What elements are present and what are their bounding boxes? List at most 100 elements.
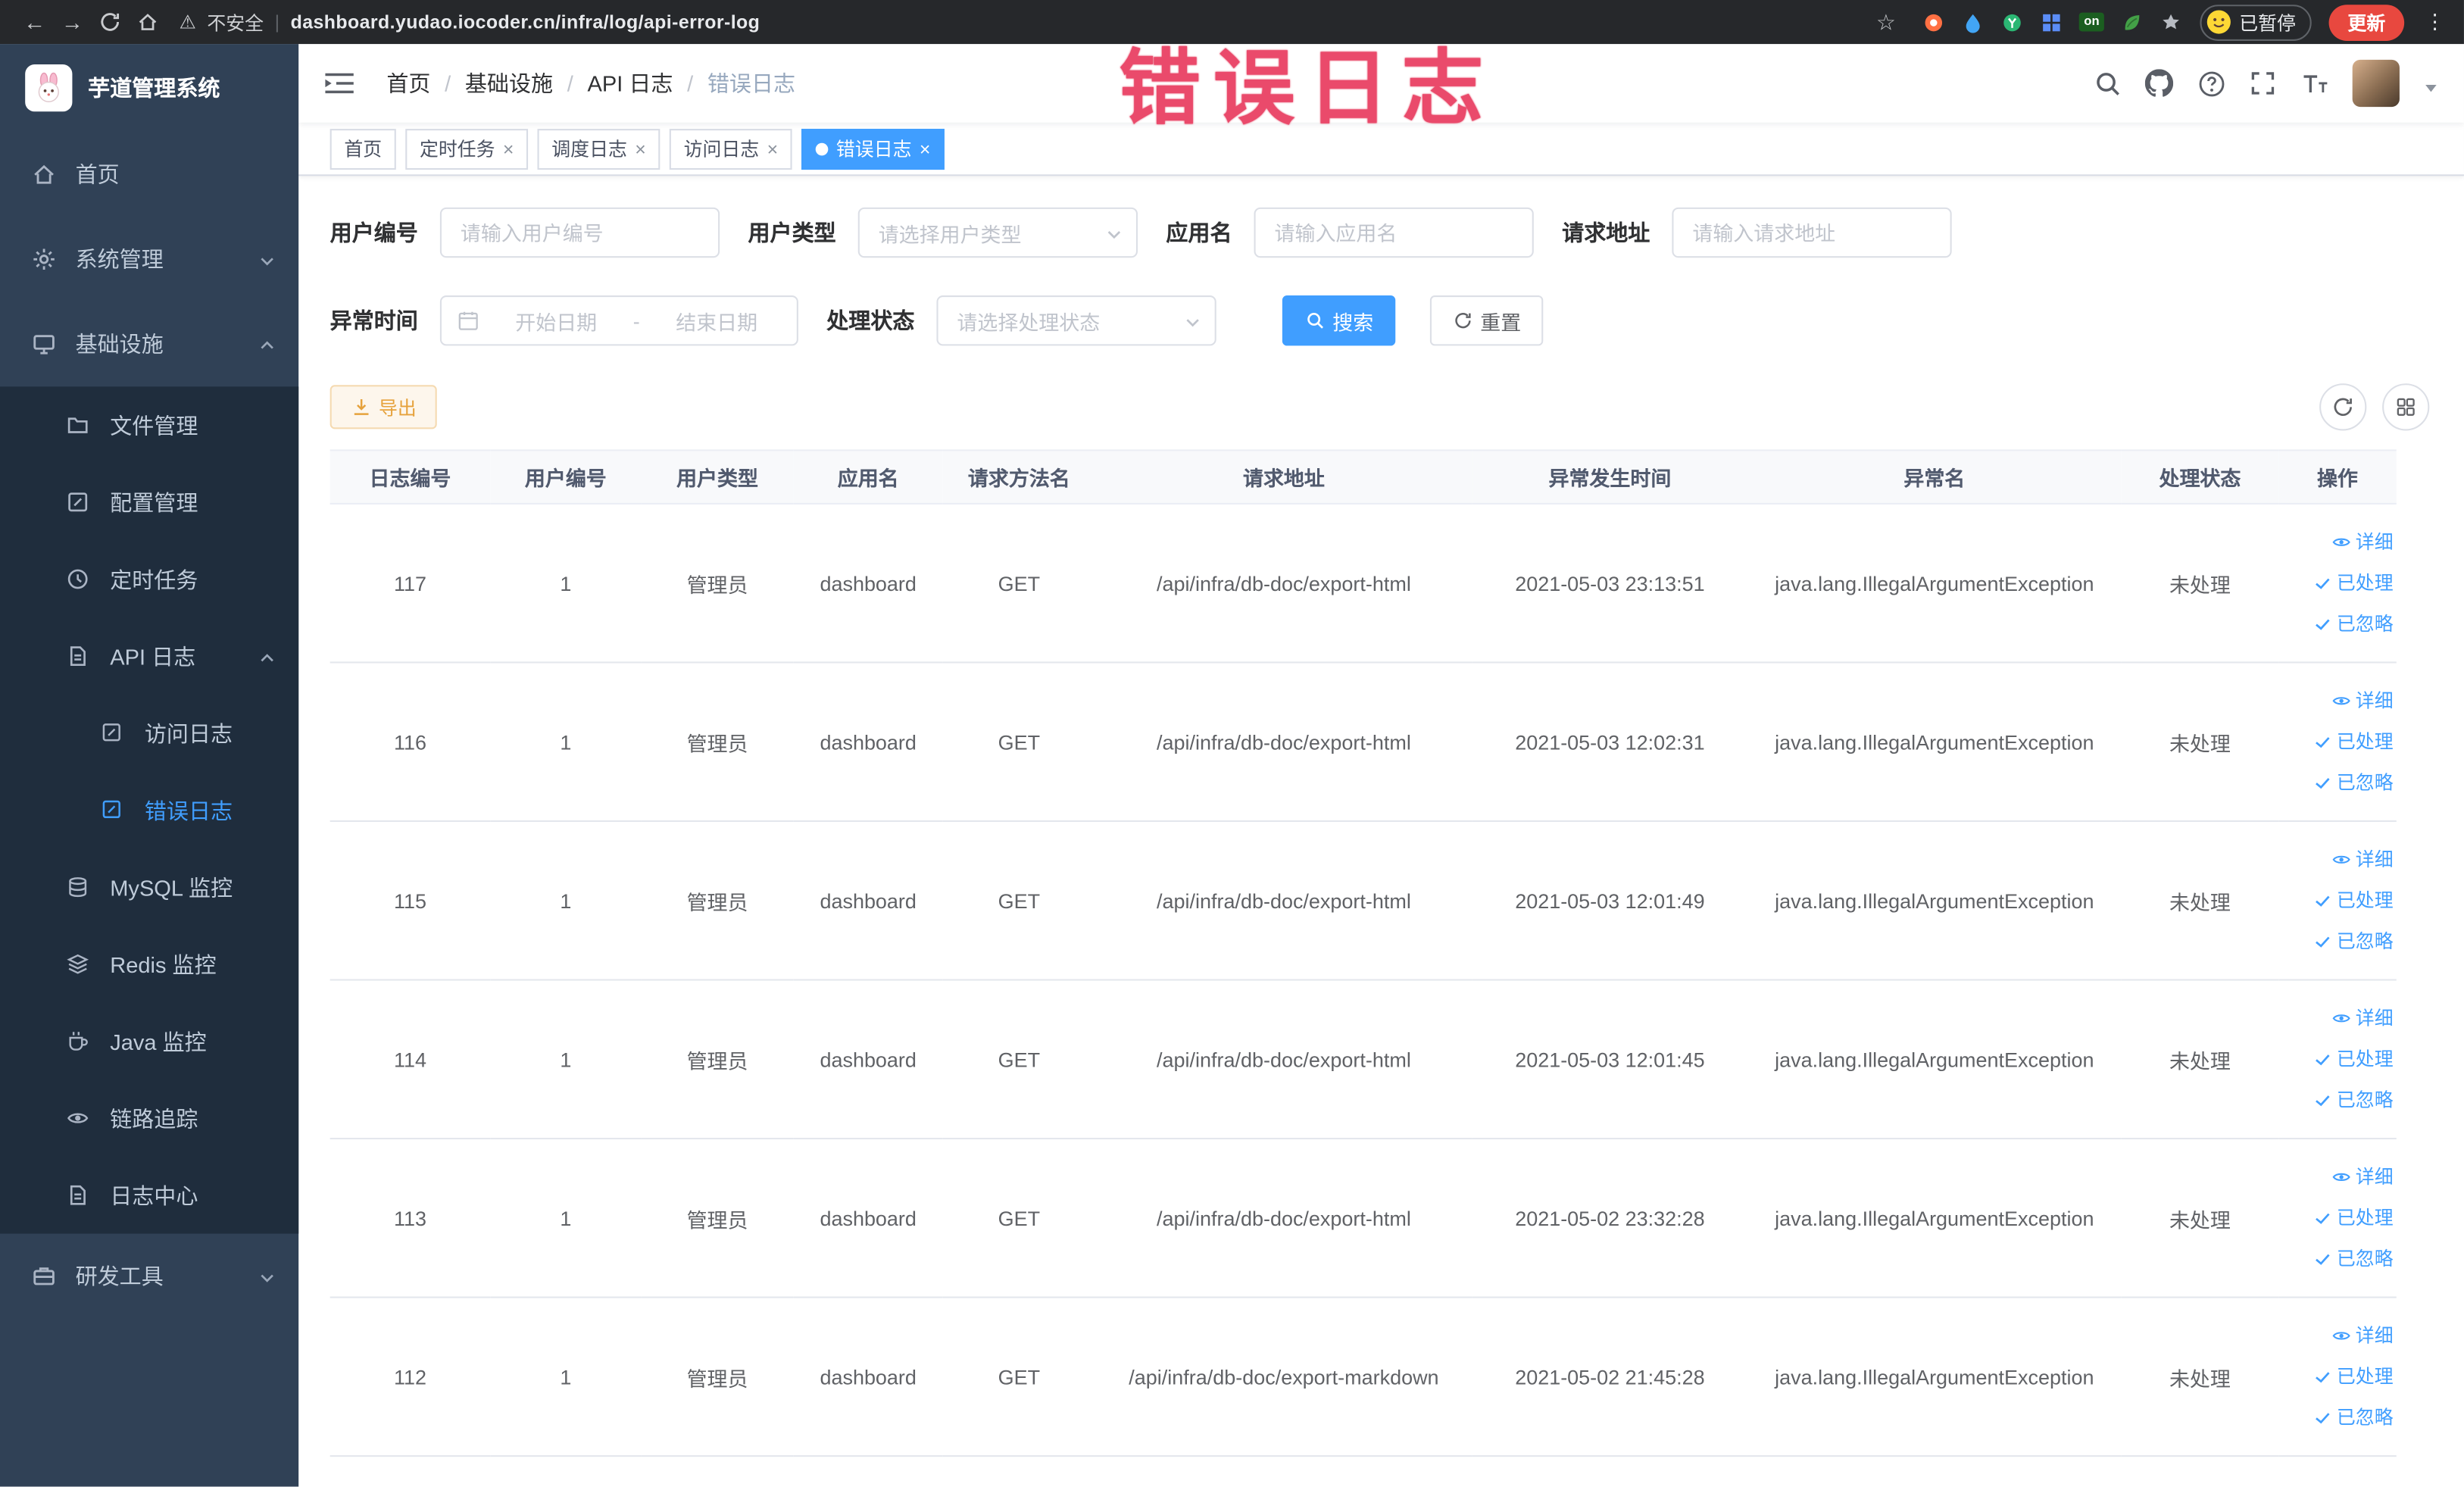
extension-star-icon[interactable]	[2161, 11, 2183, 33]
extension-leaf-icon[interactable]	[2122, 11, 2144, 33]
tab-close-icon[interactable]: ×	[503, 139, 514, 158]
sidebar-item-system-management[interactable]: 系统管理	[0, 217, 298, 301]
sidebar-item-log-center[interactable]: 日志中心	[0, 1157, 298, 1234]
view-icon	[2332, 850, 2351, 869]
detail-link[interactable]: 详细	[2278, 1157, 2394, 1198]
sidebar-item-access-log[interactable]: 访问日志	[0, 695, 298, 772]
help-icon[interactable]	[2197, 69, 2225, 97]
tab-label: 访问日志	[683, 138, 760, 161]
column-settings-button[interactable]	[2382, 383, 2430, 431]
mark-ignored-link[interactable]: 已忽略	[2278, 921, 2394, 962]
fullscreen-icon[interactable]	[2249, 69, 2277, 97]
view-icon	[2332, 1009, 2351, 1028]
font-size-icon[interactable]	[2300, 69, 2328, 97]
cell-user-type: 管理员	[641, 662, 794, 823]
tab-error-log[interactable]: 错误日志 ×	[801, 128, 945, 170]
search-button[interactable]: 搜索	[1282, 295, 1396, 346]
mark-processed-link[interactable]: 已处理	[2278, 721, 2394, 762]
user-id-input[interactable]	[439, 207, 720, 258]
detail-link[interactable]: 详细	[2278, 680, 2394, 721]
breadcrumb-item-api-log[interactable]: API 日志	[587, 67, 673, 98]
detail-link-label: 详细	[2355, 1324, 2394, 1347]
mark-ignored-link[interactable]: 已忽略	[2278, 604, 2394, 645]
tab-home[interactable]: 首页	[329, 128, 396, 170]
tab-close-icon[interactable]: ×	[920, 139, 931, 158]
extension-drop-icon[interactable]	[1961, 11, 1983, 33]
sidebar-item-link-tracing[interactable]: 链路追踪	[0, 1079, 298, 1157]
reset-button[interactable]: 重置	[1429, 295, 1544, 346]
sidebar-item-java-monitor[interactable]: Java 监控	[0, 1003, 298, 1080]
home-icon[interactable]	[129, 5, 167, 39]
mark-processed-link[interactable]: 已处理	[2278, 1039, 2394, 1079]
tab-schedule-log[interactable]: 调度日志 ×	[537, 128, 661, 170]
sidebar-item-api-log[interactable]: API 日志	[0, 617, 298, 695]
user-avatar[interactable]	[2352, 59, 2400, 108]
tab-scheduled-tasks[interactable]: 定时任务 ×	[405, 128, 529, 170]
mark-ignored-link[interactable]: 已忽略	[2278, 1397, 2394, 1438]
cell-status: 未处理	[2121, 1139, 2279, 1298]
forward-icon[interactable]: →	[54, 5, 92, 39]
omnibox[interactable]: ⚠ 不安全 | dashboard.yudao.iocoder.cn/infra…	[180, 8, 760, 35]
sidebar-item-mysql-monitor[interactable]: MySQL 监控	[0, 848, 298, 926]
cell-actions: 详细 已处理 已忽略	[2278, 1297, 2397, 1457]
browser-menu-icon[interactable]: ⋮	[2422, 9, 2448, 34]
app-logo[interactable]: 芋道管理系统	[0, 44, 298, 132]
cell-time: 2021-05-02 21:45:28	[1472, 1297, 1747, 1457]
sidebar-item-config-management[interactable]: 配置管理	[0, 464, 298, 541]
user-type-select[interactable]: 请选择用户类型	[857, 207, 1138, 258]
sidebar-item-infrastructure[interactable]: 基础设施	[0, 301, 298, 386]
bookmark-star-icon[interactable]: ☆	[1867, 5, 1905, 39]
sidebar-item-error-log[interactable]: 错误日志	[0, 772, 298, 849]
url-text[interactable]: dashboard.yudao.iocoder.cn/infra/log/api…	[291, 11, 760, 33]
mark-processed-link[interactable]: 已处理	[2278, 563, 2394, 604]
tab-close-icon[interactable]: ×	[767, 139, 779, 158]
mark-processed-link[interactable]: 已处理	[2278, 880, 2394, 921]
search-icon[interactable]	[2093, 69, 2121, 97]
sidebar-item-redis-monitor[interactable]: Redis 监控	[0, 926, 298, 1003]
sidebar-item-home[interactable]: 首页	[0, 132, 298, 217]
monitor-icon	[31, 332, 56, 357]
column-header-status: 处理状态	[2121, 449, 2279, 505]
profile-chip[interactable]: 已暂停	[2200, 4, 2312, 40]
mark-ignored-link[interactable]: 已忽略	[2278, 1239, 2394, 1279]
detail-link[interactable]: 详细	[2278, 839, 2394, 880]
breadcrumb-item-home[interactable]: 首页	[386, 67, 430, 98]
extension-green-y-icon[interactable]	[2000, 11, 2022, 33]
database-icon	[66, 875, 91, 900]
request-url-input[interactable]	[1672, 207, 1952, 258]
tab-access-log[interactable]: 访问日志 ×	[669, 128, 792, 170]
user-type-label: 用户类型	[748, 220, 836, 245]
mark-ignored-link[interactable]: 已忽略	[2278, 1079, 2394, 1120]
detail-link[interactable]: 详细	[2278, 998, 2394, 1039]
process-status-select[interactable]: 请选择处理状态	[936, 295, 1216, 346]
extension-on-badge[interactable]: on	[2079, 12, 2104, 32]
back-icon[interactable]: ←	[16, 5, 54, 39]
detail-link[interactable]: 详细	[2278, 522, 2394, 563]
sidebar-item-dev-tools[interactable]: 研发工具	[0, 1234, 298, 1319]
update-button[interactable]: 更新	[2328, 4, 2405, 40]
sidebar-item-scheduled-tasks[interactable]: 定时任务	[0, 541, 298, 618]
toolbar-right	[2319, 383, 2430, 431]
tab-close-icon[interactable]: ×	[635, 139, 646, 158]
sidebar-item-label: 日志中心	[110, 1182, 198, 1208]
date-range-picker[interactable]: 开始日期 - 结束日期	[439, 295, 798, 346]
app-name-input[interactable]	[1254, 207, 1534, 258]
cell-user-type: 管理员	[641, 503, 794, 664]
github-icon[interactable]	[2144, 69, 2174, 97]
export-button[interactable]: 导出	[329, 385, 437, 430]
breadcrumb-item-infrastructure[interactable]: 基础设施	[465, 67, 553, 98]
mark-ignored-link[interactable]: 已忽略	[2278, 762, 2394, 803]
user-id-label: 用户编号	[329, 220, 418, 245]
extension-orange-icon[interactable]	[1922, 11, 1944, 33]
reload-icon[interactable]	[91, 5, 129, 39]
detail-link[interactable]: 详细	[2278, 1315, 2394, 1356]
mark-processed-link[interactable]: 已处理	[2278, 1198, 2394, 1239]
hamburger-icon[interactable]	[323, 70, 354, 95]
extension-grid-icon[interactable]	[2040, 11, 2062, 33]
caret-down-icon[interactable]	[2423, 76, 2439, 92]
sidebar-item-file-management[interactable]: 文件管理	[0, 386, 298, 464]
mark-processed-link[interactable]: 已处理	[2278, 1356, 2394, 1397]
tab-label: 定时任务	[419, 138, 495, 161]
check-icon	[2313, 573, 2332, 592]
refresh-table-button[interactable]	[2319, 383, 2367, 431]
